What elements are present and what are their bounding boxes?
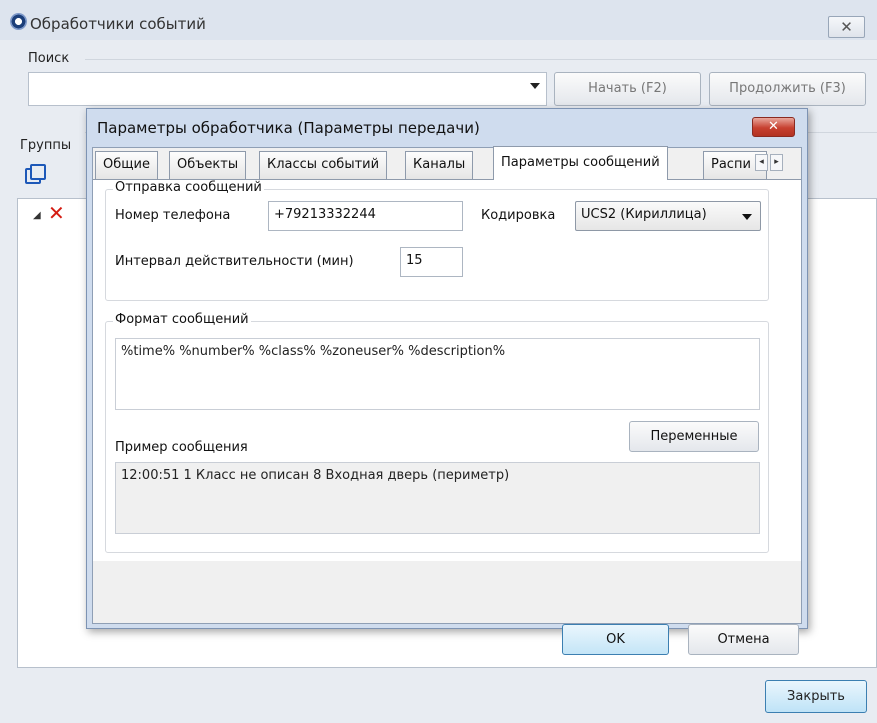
interval-input[interactable]: 15 (400, 247, 463, 277)
encoding-label: Кодировка (481, 208, 556, 223)
tab-objects[interactable]: Объекты (169, 151, 247, 179)
dialog-close-button[interactable]: ✕ (752, 117, 795, 137)
groups-label: Группы (20, 138, 72, 153)
cancel-button[interactable]: Отмена (688, 624, 799, 655)
tab-scroll-left-icon[interactable]: ◂ (755, 154, 768, 171)
main-close-button[interactable]: ✕ (828, 16, 865, 38)
search-divider (85, 59, 877, 60)
ok-button[interactable]: OK (562, 624, 669, 655)
phone-input[interactable]: +79213332244 (268, 201, 463, 231)
copy-icon[interactable] (25, 164, 46, 184)
tab-channels[interactable]: Каналы (405, 151, 474, 179)
tab-event-classes[interactable]: Классы событий (259, 151, 388, 179)
dialog-title: Параметры обработчика (Параметры передач… (97, 119, 480, 137)
sending-legend: Отправка сообщений (113, 180, 264, 195)
continue-search-button[interactable]: Продолжить (F3) (709, 72, 866, 106)
close-button[interactable]: Закрыть (765, 680, 867, 713)
encoding-select[interactable]: UCS2 (Кириллица) (575, 201, 761, 231)
main-window-title: Обработчики событий (30, 15, 206, 33)
encoding-value: UCS2 (Кириллица) (581, 207, 707, 222)
tab-general[interactable]: Общие (95, 151, 158, 179)
chevron-down-icon[interactable] (530, 83, 540, 89)
tree-expand-icon[interactable]: ◢ (33, 210, 41, 221)
gear-icon (10, 13, 27, 30)
search-combobox[interactable] (28, 72, 547, 106)
example-message-box: 12:00:51 1 Класс не описан 8 Входная две… (115, 462, 760, 534)
red-x-icon: ✕ (48, 201, 65, 225)
tab-message-params[interactable]: Параметры сообщений (493, 146, 668, 180)
interval-label: Интервал действительности (мин) (115, 254, 354, 269)
variables-button[interactable]: Переменные (629, 421, 759, 452)
tab-page: Отправка сообщений Номер телефона +79213… (93, 179, 801, 561)
example-label: Пример сообщения (115, 440, 248, 455)
handler-params-dialog: Параметры обработчика (Параметры передач… (86, 108, 808, 655)
chevron-down-icon (742, 214, 752, 220)
search-label: Поиск (28, 51, 70, 66)
message-format-textarea[interactable]: %time% %number% %class% %zoneuser% %desc… (115, 338, 760, 410)
dialog-body: Общие Объекты Классы событий Каналы Пара… (92, 146, 802, 655)
phone-label: Номер телефона (115, 208, 231, 223)
start-search-button[interactable]: Начать (F2) (554, 72, 701, 106)
tab-scroll-right-icon[interactable]: ▸ (770, 154, 783, 171)
format-legend: Формат сообщений (113, 312, 251, 327)
